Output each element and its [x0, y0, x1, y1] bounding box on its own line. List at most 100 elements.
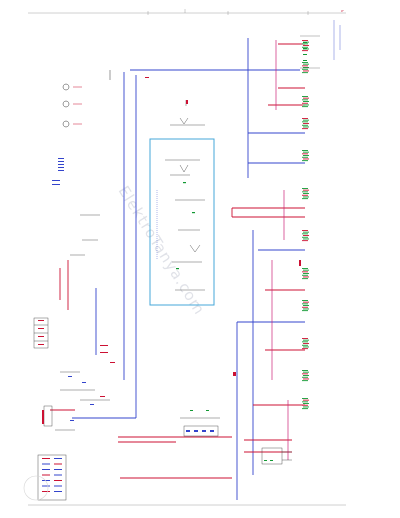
connector-pin [302, 62, 308, 63]
connector-pin [54, 469, 62, 470]
connector-pin [303, 343, 309, 344]
connector-pin [302, 118, 308, 119]
connector-pin [303, 119, 309, 121]
connector-pin [302, 230, 308, 231]
connector-pin [54, 485, 62, 487]
connector-pin [303, 301, 309, 303]
connector-pin [302, 191, 308, 193]
connector-pin [302, 96, 308, 97]
sheet-title-right: 2F [341, 10, 344, 13]
connector-pin [302, 268, 308, 269]
connector-pin [302, 194, 308, 196]
connector-pin [303, 269, 309, 271]
connector-pin [302, 128, 308, 130]
connector-pin [302, 46, 308, 48]
watermark-text: ElektroTanya.com [115, 183, 209, 319]
connector-pin [302, 300, 308, 301]
connector-pin [302, 376, 308, 378]
connector-pin [303, 158, 309, 160]
connector-pin [302, 160, 308, 162]
connector-pin [302, 344, 308, 346]
connector-pin [302, 121, 308, 123]
connector-pin [302, 404, 308, 406]
connector-pin [302, 401, 308, 403]
connector-pin [302, 43, 308, 45]
connector-pin [303, 378, 309, 380]
connector-pin [303, 346, 309, 348]
connector-pin [303, 155, 309, 156]
connector-pin [303, 399, 309, 401]
connector-pin [303, 375, 309, 376]
connector-pin [303, 231, 309, 233]
connector-pin [302, 68, 308, 70]
connector-pin [302, 306, 308, 308]
connector-pin [302, 50, 308, 52]
connector-pin [302, 72, 308, 74]
connector-pin [303, 273, 309, 274]
connector-pin [303, 97, 309, 99]
connector-pin [54, 463, 62, 465]
connector-pin [42, 491, 50, 492]
connector-pin [303, 101, 309, 102]
connector-pin [303, 126, 309, 128]
bottom-left-connector-pins [42, 458, 62, 492]
connector-pin [302, 398, 308, 399]
connector-pin [302, 341, 308, 343]
connector-pin [303, 63, 309, 65]
lower-left-cluster [42, 371, 110, 431]
right-connector-stack [302, 40, 309, 410]
connector-pin [302, 274, 308, 276]
bottom-right-ic [261, 447, 292, 465]
left-mid-marks [38, 320, 108, 353]
bottom-left-connector [23, 454, 67, 501]
connector-pin [302, 348, 308, 350]
connector-pin [303, 308, 309, 310]
connector-pin [302, 124, 308, 126]
connector-pin [302, 408, 308, 410]
connector-pin [303, 45, 309, 46]
connector-pin [302, 40, 308, 41]
connector-pin [303, 235, 309, 236]
connector-pin [302, 198, 308, 200]
left-transistor-group [62, 70, 111, 128]
connector-pin [302, 156, 308, 158]
connector-pin [302, 65, 308, 67]
connector-pin [302, 102, 308, 104]
connector-pin [302, 236, 308, 238]
connector-pin [302, 240, 308, 242]
connector-pin [42, 458, 50, 459]
connector-pin [54, 474, 62, 476]
left-label-column [52, 158, 64, 185]
connector-pin [303, 339, 309, 341]
schematic-canvas: 2F ElektroTanya.com [23, 9, 346, 506]
connector-pin [42, 463, 50, 465]
connector-pin [303, 193, 309, 194]
connector-pin [303, 151, 309, 153]
connector-pin [303, 123, 309, 124]
connector-pin [303, 196, 309, 198]
connector-pin [303, 104, 309, 106]
bottom-center-ic [180, 410, 220, 437]
connector-pin [302, 233, 308, 235]
connector-pin [42, 485, 50, 487]
connector-pin [302, 338, 308, 339]
connector-pin [303, 238, 309, 240]
connector-pin [303, 403, 309, 404]
connector-pin [303, 276, 309, 278]
connector-pin [302, 310, 308, 312]
connector-pin [302, 188, 308, 189]
connector-pin [302, 278, 308, 280]
connector-pin [54, 458, 62, 459]
connector-pin [302, 370, 308, 371]
connector-pin [303, 305, 309, 306]
connector-pin [302, 150, 308, 151]
connector-pin [54, 491, 62, 492]
connector-pin [302, 99, 308, 101]
connector-pin [302, 380, 308, 382]
connector-pin [302, 153, 308, 155]
connector-pin [302, 303, 308, 305]
connector-pin [42, 469, 50, 470]
connector-pin [303, 70, 309, 72]
connector-pin [303, 371, 309, 373]
connector-pin [302, 106, 308, 108]
